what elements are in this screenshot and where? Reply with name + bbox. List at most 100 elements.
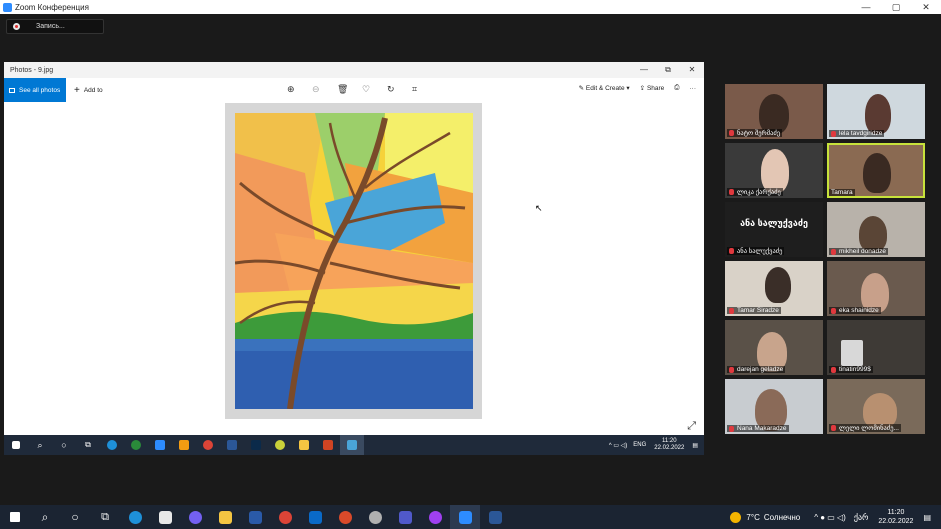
edit-create-button[interactable]: ✎ Edit & Create ▾ <box>579 84 630 92</box>
cortana-icon[interactable]: ○ <box>60 505 90 529</box>
favorite-icon[interactable]: ♡ <box>362 84 370 95</box>
restore-button[interactable]: ▢ <box>881 2 911 13</box>
shared-clock[interactable]: 11:20 22.02.2022 <box>654 438 684 452</box>
zoom-logo-icon <box>3 2 12 12</box>
app-icon-2[interactable] <box>268 435 292 455</box>
more-options-button[interactable]: ··· <box>690 85 697 92</box>
mic-muted-icon <box>729 425 734 432</box>
zoom-in-icon[interactable]: ⊕ <box>287 84 295 95</box>
close-button[interactable]: ✕ <box>911 2 941 13</box>
photos-window-title: Photos - 9.jpg <box>10 66 54 74</box>
edge-icon[interactable] <box>120 505 150 529</box>
photos-minimize-button[interactable]: — <box>632 65 656 75</box>
print-icon[interactable]: ⎙ <box>674 84 679 92</box>
task-view-icon[interactable]: ⧉ <box>76 435 100 455</box>
language-indicator[interactable]: ქარ <box>854 513 869 522</box>
mic-muted-icon <box>831 307 836 314</box>
edit-create-label: Edit & Create <box>585 85 625 92</box>
weather-widget[interactable]: 7°C Солнечно <box>730 511 801 523</box>
participant-name: eka shainidze <box>839 307 879 314</box>
edge-icon[interactable] <box>100 435 124 455</box>
powerpoint-icon[interactable] <box>316 435 340 455</box>
language-indicator[interactable]: ENG <box>633 442 646 448</box>
task-view-icon[interactable]: ⧉ <box>90 505 120 529</box>
photos-maximize-button[interactable]: ⧉ <box>656 65 680 75</box>
crop-icon[interactable]: ⌗ <box>412 84 417 95</box>
media-icon[interactable] <box>330 505 360 529</box>
cortana-icon[interactable]: ○ <box>52 435 76 455</box>
photoshop-icon[interactable] <box>244 435 268 455</box>
tray-icons[interactable]: ^ ▭ ◁) <box>609 442 627 449</box>
store-icon[interactable] <box>150 505 180 529</box>
system-clock[interactable]: 11:20 22.02.2022 <box>878 508 913 526</box>
photo-frame <box>225 103 482 419</box>
expand-icon[interactable]: ⤢ <box>687 420 696 433</box>
participant-tile[interactable]: Nana Makaradze <box>725 379 823 434</box>
start-icon[interactable] <box>0 505 30 529</box>
participant-name: Tamar Siradze <box>737 307 779 314</box>
app-icon[interactable] <box>124 435 148 455</box>
word-icon[interactable] <box>220 435 244 455</box>
chrome-icon[interactable] <box>196 435 220 455</box>
explorer-icon[interactable] <box>292 435 316 455</box>
zoom-window-title: Zoom Конференция <box>15 2 89 12</box>
participant-tile[interactable]: darejan geladze <box>725 320 823 375</box>
tray-icons[interactable]: ^ ● ▭ ◁) <box>814 513 846 522</box>
participant-tile[interactable]: mikheil donadze <box>827 202 925 257</box>
mic-muted-icon <box>831 130 836 137</box>
participant-name: Tamara <box>831 189 853 196</box>
photos-close-button[interactable]: ✕ <box>680 65 704 75</box>
photos-titlebar: Photos - 9.jpg — ⧉ ✕ <box>4 62 704 78</box>
viber-icon[interactable] <box>180 505 210 529</box>
notification-icon[interactable]: ▤ <box>692 442 698 449</box>
photo-viewer: ↖ ⤢ <box>4 102 704 437</box>
see-all-label: See all photos <box>19 86 61 94</box>
participant-tile[interactable]: ანა სალუქვაძე ანა სალუქვაძე <box>725 202 823 257</box>
share-label: Share <box>646 85 665 92</box>
search-icon[interactable]: ⌕ <box>30 505 60 529</box>
zoom-app-icon[interactable] <box>148 435 172 455</box>
zoom-app-icon[interactable] <box>450 505 480 529</box>
delete-icon[interactable]: 🗑 <box>337 84 348 95</box>
sublime-icon[interactable] <box>172 435 196 455</box>
teams-icon[interactable] <box>390 505 420 529</box>
participant-tile[interactable]: Tamar Siradze <box>725 261 823 316</box>
recording-indicator[interactable]: Запись... <box>6 19 104 34</box>
recording-icon <box>13 23 20 30</box>
participant-tile[interactable]: tinatin999$ <box>827 320 925 375</box>
shared-time: 11:20 <box>662 438 677 444</box>
search-icon[interactable]: ⌕ <box>28 435 52 455</box>
messenger-icon[interactable] <box>420 505 450 529</box>
photos-toolbar: See all photos + Add to ⊕ ⊖ 🗑 ♡ ↻ ⌗ ✎ Ed… <box>4 78 704 102</box>
notification-icon[interactable]: ▤ <box>923 513 931 522</box>
app-icon[interactable] <box>360 505 390 529</box>
photos-app-icon[interactable] <box>340 435 364 455</box>
participant-name: Nana Makaradze <box>737 425 787 432</box>
participant-tile[interactable]: ნატო შერმაძე <box>725 84 823 139</box>
share-button[interactable]: ⇪ Share <box>640 84 665 92</box>
word-icon[interactable] <box>480 505 510 529</box>
mic-muted-icon <box>831 248 836 255</box>
mic-muted-icon <box>729 307 734 314</box>
participant-tile[interactable]: ლიკა ქარქაძე <box>725 143 823 198</box>
rotate-icon[interactable]: ↻ <box>387 84 395 95</box>
chrome-icon[interactable] <box>270 505 300 529</box>
app-b-icon[interactable] <box>240 505 270 529</box>
minimize-button[interactable]: — <box>851 2 881 13</box>
zoom-out-icon[interactable]: ⊖ <box>312 84 320 95</box>
participant-tile[interactable]: lela tavdgiridze <box>827 84 925 139</box>
explorer-icon[interactable] <box>210 505 240 529</box>
weather-text: Солнечно <box>763 512 801 522</box>
participant-tile-active-speaker[interactable]: Tamara <box>827 143 925 198</box>
participant-tile[interactable]: ლელი ლომინაძე... <box>827 379 925 434</box>
participant-name: darejan geladze <box>737 366 784 373</box>
participant-gallery: ნატო შერმაძე lela tavdgiridze ლიკა ქარქა… <box>725 84 929 435</box>
participant-tile[interactable]: eka shainidze <box>827 261 925 316</box>
add-to-button[interactable]: + Add to <box>74 85 103 96</box>
start-icon[interactable] <box>4 435 28 455</box>
mail-icon[interactable] <box>300 505 330 529</box>
mouse-cursor-icon: ↖ <box>535 203 543 213</box>
see-all-photos-button[interactable]: See all photos <box>4 78 66 102</box>
participant-name: ლიკა ქარქაძე <box>737 189 781 196</box>
add-to-label: Add to <box>83 86 103 94</box>
